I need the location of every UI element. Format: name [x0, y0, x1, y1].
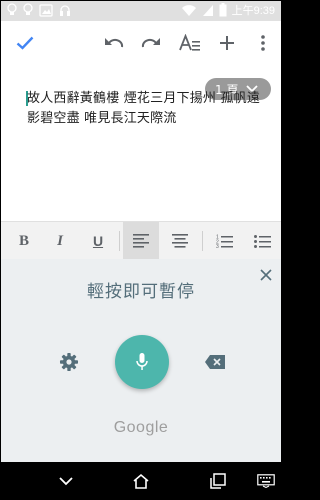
- align-left-button[interactable]: [123, 222, 159, 260]
- undo-icon: [105, 38, 124, 48]
- undo-button[interactable]: [102, 31, 126, 55]
- voice-settings-button[interactable]: [59, 352, 79, 372]
- status-bar: 上午9:39: [1, 1, 281, 21]
- nav-recents-button[interactable]: [207, 470, 229, 492]
- home-icon: [133, 473, 149, 489]
- svg-text:3: 3: [216, 244, 219, 248]
- check-icon: [16, 36, 34, 50]
- microphone-button[interactable]: [115, 335, 169, 389]
- voice-status-text: 輕按即可暫停: [87, 282, 195, 302]
- editor-toolbar: [1, 21, 281, 65]
- bluetooth-headset-icon: [60, 4, 70, 16]
- redo-icon: [141, 38, 160, 48]
- chevron-down-icon: [59, 476, 73, 485]
- nav-back-button[interactable]: [55, 470, 77, 492]
- divider: [202, 231, 203, 251]
- more-vertical-icon: [261, 35, 265, 51]
- align-center-button[interactable]: [165, 222, 195, 260]
- align-center-icon: [172, 234, 188, 248]
- bold-button[interactable]: B: [11, 222, 37, 260]
- lightbulb-icon: [23, 3, 33, 15]
- clock: 上午9:39: [231, 5, 275, 17]
- divider: [119, 231, 120, 251]
- bulleted-list-button[interactable]: [247, 222, 277, 260]
- redo-button[interactable]: [139, 31, 163, 55]
- more-options-button[interactable]: [251, 31, 275, 55]
- document-body[interactable]: 1 頁 故人西辭黃鶴樓 煙花三月下揚州 孤帆遠影碧空盡 唯見長江天際流: [1, 65, 281, 221]
- lightbulb-icon: [7, 3, 17, 15]
- gear-icon: [60, 353, 78, 371]
- text-format-icon: [179, 34, 200, 51]
- signal-icon: [202, 4, 213, 16]
- done-button[interactable]: [13, 31, 37, 55]
- insert-button[interactable]: [215, 31, 239, 55]
- keyboard-icon: [257, 474, 275, 488]
- underline-button[interactable]: U: [85, 222, 111, 260]
- align-left-icon: [133, 234, 149, 248]
- system-icons: 上午9:39: [181, 2, 275, 18]
- recent-apps-icon: [210, 473, 226, 489]
- bulleted-list-icon: [253, 235, 271, 248]
- plus-icon: [220, 36, 234, 50]
- microphone-icon: [136, 353, 148, 370]
- document-text[interactable]: 故人西辭黃鶴樓 煙花三月下揚州 孤帆遠影碧空盡 唯見長江天際流: [27, 89, 267, 129]
- nav-keyboard-button[interactable]: [255, 470, 277, 492]
- google-logo: Google: [113, 419, 169, 436]
- voice-input-panel: 輕按即可暫停 Google: [1, 259, 281, 462]
- numbered-list-icon: 1 2 3: [216, 235, 233, 248]
- navigation-bar: [1, 462, 281, 499]
- backspace-icon: [205, 355, 225, 369]
- format-bar: B I U 1 2 3: [1, 221, 281, 260]
- battery-icon: [219, 3, 227, 17]
- image-icon: [39, 3, 53, 17]
- text-format-button[interactable]: [178, 31, 202, 55]
- backspace-button[interactable]: [204, 354, 226, 370]
- wifi-icon: [181, 4, 196, 16]
- italic-button[interactable]: I: [47, 222, 73, 260]
- numbered-list-button[interactable]: 1 2 3: [209, 222, 239, 260]
- screen: 上午9:39 1 頁 故人西辭黃鶴樓 煙花三月下揚州 孤帆遠影碧空盡 唯見長江天…: [1, 1, 281, 499]
- nav-home-button[interactable]: [130, 470, 152, 492]
- notification-icons: [7, 3, 71, 17]
